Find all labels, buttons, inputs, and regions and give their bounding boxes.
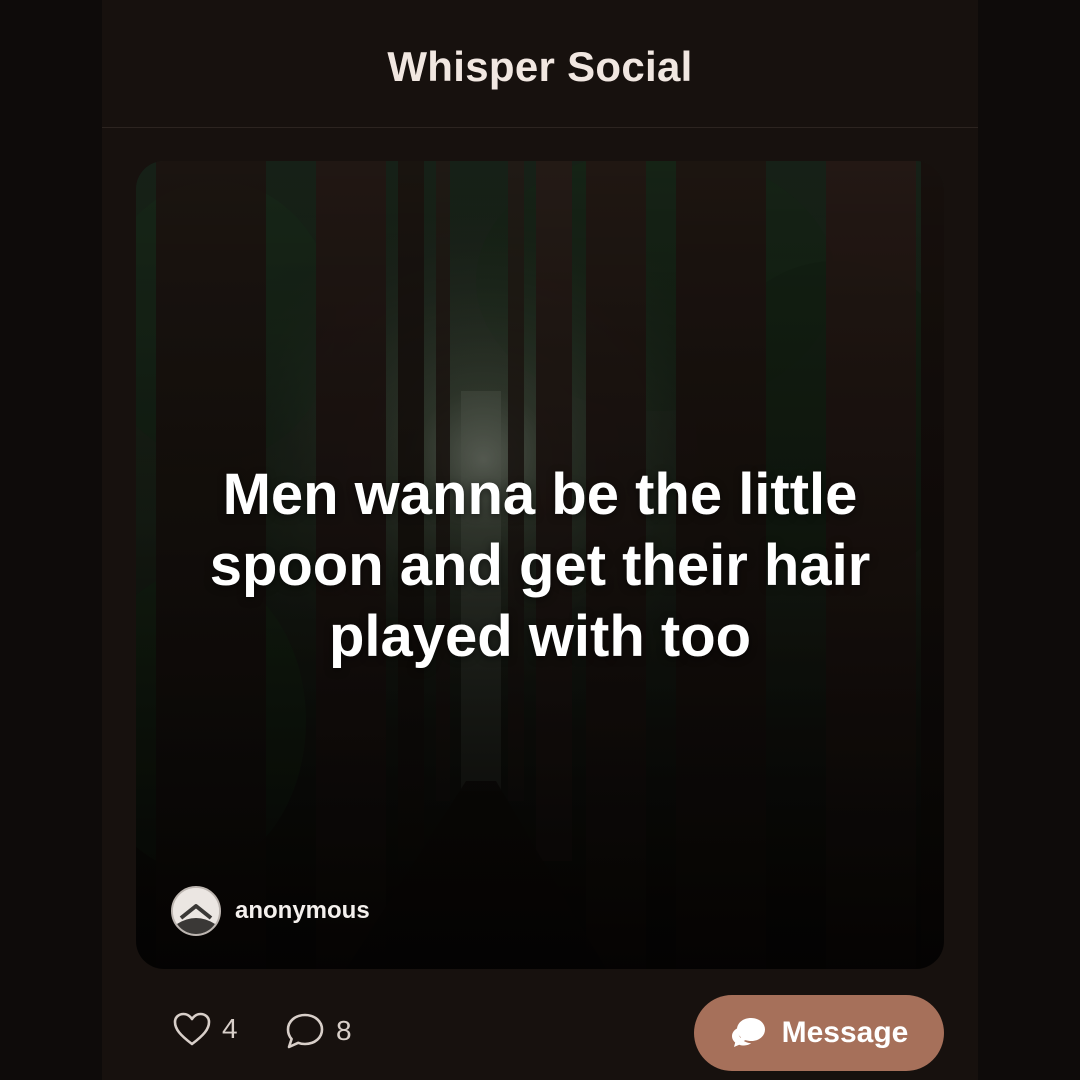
comment-count: 8	[336, 1015, 352, 1046]
post-card[interactable]: Men wanna be the little spoon and get th…	[136, 161, 944, 969]
heart-icon	[173, 1012, 211, 1046]
like-count: 4	[222, 1013, 238, 1044]
comment-button[interactable]: 8	[284, 1011, 352, 1051]
comment-bubble-icon	[286, 1013, 324, 1049]
post-author[interactable]: anonymous	[171, 886, 370, 936]
app-container: Whisper Social Men wanna be the little s…	[102, 0, 978, 1080]
app-title: Whisper Social	[387, 42, 693, 90]
post-text: Men wanna be the little spoon and get th…	[209, 462, 871, 669]
post-actions-bar: 4 8 Message	[102, 995, 978, 1071]
anonymous-avatar-icon	[171, 886, 221, 936]
message-button[interactable]: Message	[694, 995, 944, 1071]
chat-bubbles-icon	[731, 1018, 765, 1047]
author-name: anonymous	[235, 897, 370, 924]
app-header: Whisper Social	[102, 0, 978, 128]
like-button[interactable]: 4	[172, 1011, 238, 1047]
message-button-label: Message	[781, 1016, 909, 1049]
